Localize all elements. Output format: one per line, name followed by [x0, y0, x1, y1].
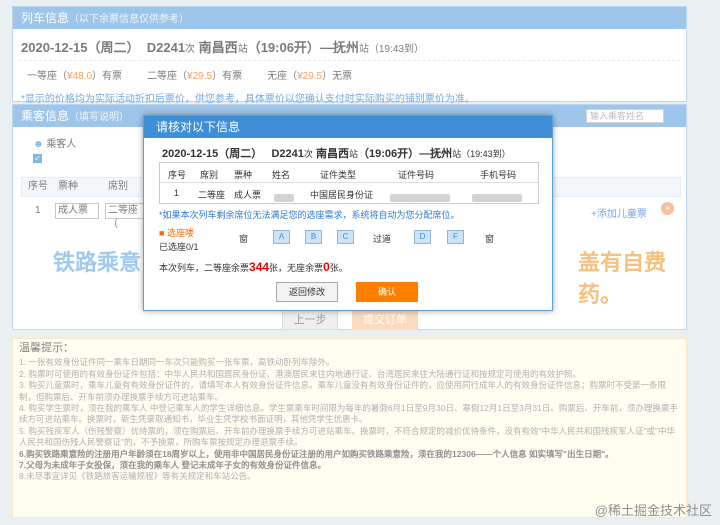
- seat-D-button[interactable]: D: [414, 230, 431, 244]
- h-id-type: 证件类型: [320, 170, 357, 180]
- h-seat: 席别: [200, 170, 219, 180]
- dialog-from-station: 南昌西: [315, 148, 349, 160]
- dialog-table-row: 1 二等座 成人票 中国居民身份证: [160, 183, 538, 203]
- back-edit-button[interactable]: 返回修改: [276, 282, 338, 302]
- dialog-date: 2020-12-15（周二）: [162, 148, 263, 160]
- h-name: 姓名: [272, 170, 291, 180]
- confirm-button[interactable]: 确认: [356, 282, 418, 302]
- dialog-arrive-time: （19:43到）: [461, 149, 511, 159]
- seat-allocation-note: *如果本次列车剩余席位无法满足您的选座需求，系统将自动为您分配席位。: [159, 210, 460, 220]
- remaining-tickets: 本次列车，二等座余票344张，无座余票0张。: [159, 260, 348, 274]
- dialog-train-number: D2241: [271, 148, 304, 160]
- dialog-from-suffix: 站: [348, 149, 358, 159]
- dialog-train-suffix: 次: [303, 149, 313, 159]
- h-seq: 序号: [168, 170, 187, 180]
- r-seq: 1: [174, 188, 180, 198]
- seat-F-button[interactable]: F: [447, 230, 464, 244]
- seat-selector: ■ 选座喽 已选座0/1 窗 A B C 过道 D F 窗: [159, 226, 539, 254]
- aisle-label: 过道: [373, 234, 392, 244]
- h-ticket: 票种: [234, 170, 253, 180]
- dialog-table-header: 序号 席别 票种 姓名 证件类型 证件号码 手机号码: [160, 163, 538, 183]
- dialog-title: 请核对以下信息: [144, 116, 552, 138]
- h-id-number: 证件号码: [398, 170, 435, 180]
- window-left-label: 窗: [239, 234, 249, 244]
- seat-A-button[interactable]: A: [273, 230, 290, 244]
- h-phone: 手机号码: [480, 170, 517, 180]
- select-seat-text: 选座喽: [166, 228, 194, 238]
- speaker-icon: ■: [159, 228, 165, 238]
- remain-zero: 0: [323, 260, 330, 274]
- remain-number: 344: [249, 260, 270, 274]
- r-ticket: 成人票: [234, 190, 262, 200]
- seat-C-button[interactable]: C: [337, 230, 354, 244]
- dialog-to-suffix: 站: [452, 149, 462, 159]
- remain-suffix: 张。: [329, 263, 348, 273]
- select-seat-label: ■ 选座喽: [159, 226, 194, 239]
- dialog-passenger-table: 序号 席别 票种 姓名 证件类型 证件号码 手机号码 1 二等座 成人票 中国居…: [159, 162, 539, 204]
- r-id-type: 中国居民身份证: [310, 190, 374, 200]
- window-right-label: 窗: [485, 234, 495, 244]
- dialog-depart-time: （19:06开）—抚州: [357, 148, 453, 160]
- confirm-dialog: 请核对以下信息 2020-12-15（周二） D2241次 南昌西站（19:06…: [143, 115, 553, 311]
- remain-prefix: 本次列车，二等座余票: [159, 263, 250, 273]
- seat-B-button[interactable]: B: [305, 230, 322, 244]
- r-seat: 二等座: [198, 190, 226, 200]
- dialog-train-summary: 2020-12-15（周二） D2241次 南昌西站（19:06开）—抚州站（1…: [144, 138, 552, 165]
- remain-middle: 张，无座余票: [269, 263, 324, 273]
- selected-count: 已选座0/1: [159, 242, 199, 252]
